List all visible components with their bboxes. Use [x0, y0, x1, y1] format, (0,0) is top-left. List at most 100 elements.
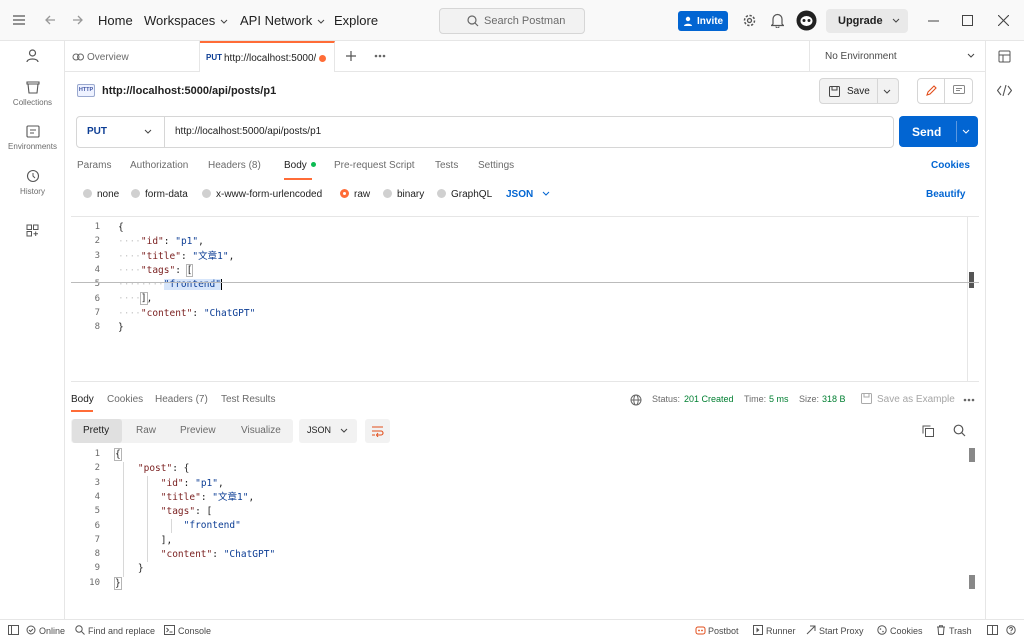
time-value[interactable]: 5 ms [769, 394, 789, 404]
sidebar-item-label: Environments [8, 142, 57, 151]
wrap-lines-button[interactable] [365, 419, 390, 443]
nav-home[interactable]: Home [98, 13, 133, 28]
response-tab-test-results[interactable]: Test Results [221, 394, 275, 405]
minimize-icon[interactable] [928, 20, 939, 22]
url-input[interactable]: http://localhost:5000/api/posts/p1 [175, 126, 321, 137]
radio-none-label: none [97, 189, 120, 200]
scrollbar-top-marker[interactable] [969, 448, 975, 462]
radio-binary[interactable]: binary [383, 189, 424, 200]
bell-icon[interactable] [771, 13, 784, 28]
globe-icon[interactable] [630, 394, 642, 406]
scrollbar-bottom-marker[interactable] [969, 575, 975, 589]
comments-button[interactable] [945, 79, 972, 103]
help-icon[interactable] [1006, 625, 1016, 635]
tab-raw[interactable]: Raw [126, 419, 166, 443]
cookies-link[interactable]: Cookies [931, 160, 970, 171]
search-input[interactable]: Search Postman [439, 8, 585, 34]
tab-overview[interactable]: Overview [65, 41, 200, 72]
method-select[interactable]: PUT [77, 117, 165, 147]
send-button[interactable]: Send [899, 116, 978, 147]
menu-icon[interactable] [12, 14, 26, 26]
status-bar: Online Find and replace Console Postbot … [0, 619, 1024, 641]
radio-form-data[interactable]: form-data [131, 189, 188, 200]
sidebar-item-collections[interactable]: Collections [0, 81, 65, 107]
tab-preview-label: Preview [180, 425, 216, 436]
gear-icon[interactable] [742, 13, 757, 28]
tab-overview-label: Overview [87, 52, 129, 63]
runner-button[interactable]: Runner [766, 626, 796, 636]
line-number: 6 [94, 520, 100, 531]
sidebar-item-history[interactable]: History [0, 169, 65, 196]
tab-headers[interactable]: Headers (8) [208, 160, 261, 171]
radio-form-data-label: form-data [145, 189, 188, 200]
online-icon [26, 625, 36, 635]
status-badge[interactable]: 201 Created [684, 394, 734, 404]
response-body-code[interactable]: { "post": { "id": "p1", "title": "文章1", … [114, 448, 275, 591]
size-value[interactable]: 318 B [822, 394, 846, 404]
tab-pre-request-script[interactable]: Pre-request Script [334, 160, 415, 171]
radio-graphql[interactable]: GraphQL [437, 189, 492, 200]
response-tab-cookies[interactable]: Cookies [107, 394, 143, 405]
tab-body[interactable]: Body [284, 160, 316, 171]
copy-icon[interactable] [922, 425, 934, 437]
response-tab-headers[interactable]: Headers (7) [155, 394, 208, 405]
radio-none[interactable]: none [83, 189, 119, 200]
active-tab-underline [71, 410, 93, 412]
nav-api-network[interactable]: API Network [240, 13, 325, 28]
more-options-icon[interactable] [963, 398, 975, 402]
save-button[interactable]: Save [819, 78, 899, 104]
plus-icon[interactable] [345, 50, 357, 62]
close-icon[interactable] [998, 15, 1009, 26]
tab-visualize[interactable]: Visualize [232, 419, 290, 443]
tab-preview[interactable]: Preview [170, 419, 228, 443]
tab-authorization[interactable]: Authorization [130, 160, 188, 171]
radio-raw[interactable]: raw [340, 189, 370, 200]
format-select[interactable]: JSON [506, 189, 550, 200]
nav-explore[interactable]: Explore [334, 13, 378, 28]
line-number: 4 [94, 491, 100, 502]
search-icon[interactable] [953, 424, 966, 437]
sidebar-toggle-icon[interactable] [8, 625, 19, 635]
find-replace-button[interactable]: Find and replace [88, 626, 155, 636]
environment-select[interactable]: No Environment [809, 41, 985, 72]
request-body-code[interactable]: { ····"id": "p1", ····"title": "文章1", ··… [118, 221, 255, 335]
cookies-button[interactable]: Cookies [890, 626, 923, 636]
nav-workspaces[interactable]: Workspaces [144, 13, 228, 28]
line-number: 7 [94, 534, 100, 545]
back-icon[interactable] [44, 14, 56, 26]
maximize-icon[interactable] [962, 15, 973, 26]
invite-button[interactable]: Invite [678, 11, 728, 31]
more-tabs-icon[interactable] [374, 54, 386, 58]
response-format-select[interactable]: JSON [299, 419, 357, 443]
response-tab-body[interactable]: Body [71, 394, 94, 405]
cookie-icon [877, 625, 887, 635]
chevron-down-icon [220, 13, 228, 28]
trash-button[interactable]: Trash [949, 626, 972, 636]
layout-icon[interactable] [987, 625, 998, 635]
postbot-button[interactable]: Postbot [708, 626, 739, 636]
tab-params[interactable]: Params [77, 160, 111, 171]
code-icon[interactable] [997, 85, 1012, 96]
tab-tests[interactable]: Tests [435, 160, 458, 171]
forward-icon[interactable] [72, 14, 84, 26]
environment-quicklook-icon[interactable] [998, 50, 1011, 63]
line-number: 2 [94, 463, 100, 474]
active-tab-underline [284, 178, 312, 180]
start-proxy-button[interactable]: Start Proxy [819, 626, 864, 636]
radio-urlencoded[interactable]: x-www-form-urlencoded [202, 189, 322, 200]
beautify-link[interactable]: Beautify [926, 189, 965, 200]
radio-dot-icon [131, 189, 140, 198]
tab-pretty[interactable]: Pretty [72, 419, 122, 443]
online-status[interactable]: Online [39, 626, 65, 636]
user-icon[interactable] [26, 49, 39, 63]
apps-icon[interactable] [26, 224, 39, 237]
sidebar-item-environments[interactable]: Environments [0, 125, 65, 151]
console-button[interactable]: Console [178, 626, 211, 636]
request-title[interactable]: http://localhost:5000/api/posts/p1 [102, 85, 276, 97]
tab-settings[interactable]: Settings [478, 160, 514, 171]
edit-mode-button[interactable] [918, 79, 945, 103]
upgrade-button[interactable]: Upgrade [826, 9, 908, 33]
tab-request[interactable]: PUT http://localhost:5000/a [200, 41, 335, 72]
save-as-example-button[interactable]: Save as Example [877, 394, 955, 405]
avatar[interactable] [796, 10, 817, 31]
